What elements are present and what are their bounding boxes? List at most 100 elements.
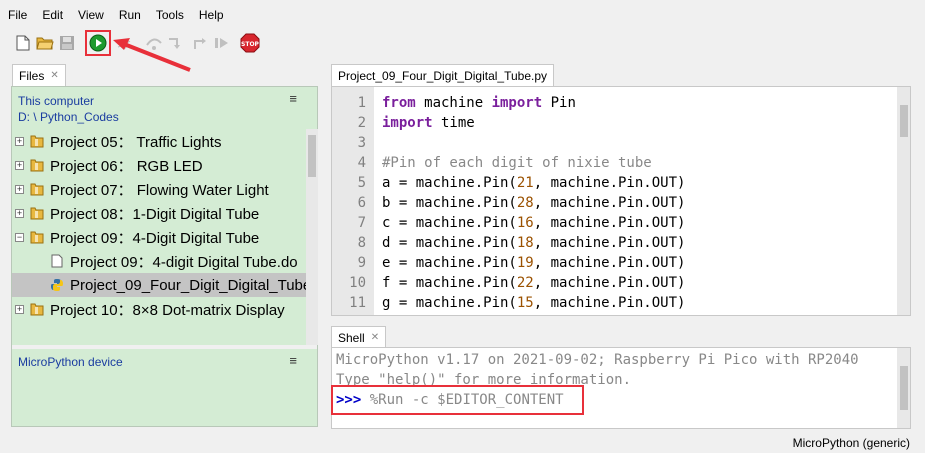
- code-token: g = machine.Pin(: [382, 295, 517, 311]
- code-line[interactable]: 10 f = machine.Pin(22, machine.Pin.OUT): [332, 273, 897, 293]
- code-line[interactable]: 5 a = machine.Pin(21, machine.Pin.OUT): [332, 173, 897, 193]
- code-line[interactable]: 6 b = machine.Pin(28, machine.Pin.OUT): [332, 193, 897, 213]
- current-path[interactable]: D: \ Python_Codes: [18, 109, 311, 125]
- files-panel: This computer D: \ Python_Codes ≡ + Proje…: [11, 86, 318, 427]
- menu-icon[interactable]: ≡: [289, 353, 297, 368]
- code-token: , machine.Pin.OUT): [533, 275, 686, 291]
- tree-scrollbar[interactable]: [306, 129, 318, 345]
- code-token: f = machine.Pin(: [382, 275, 517, 291]
- open-folder-icon[interactable]: [35, 33, 55, 53]
- menu-help[interactable]: Help: [199, 8, 224, 22]
- code-line[interactable]: 4 #Pin of each digit of nixie tube: [332, 153, 897, 173]
- code-token: machine: [415, 95, 492, 111]
- menu-run[interactable]: Run: [119, 8, 141, 22]
- stop-icon-label: STOP: [241, 41, 260, 48]
- file-tree-item[interactable]: Project_09_Four_Digit_Digital_Tube: [12, 273, 306, 297]
- tab-shell[interactable]: Shell ✕: [331, 326, 387, 348]
- code-token: import: [382, 115, 433, 131]
- file-tree-item[interactable]: Project 09：4-digit Digital Tube.do: [12, 249, 306, 273]
- code-line[interactable]: 2 import time: [332, 113, 897, 133]
- folder-icon: [30, 134, 44, 148]
- code-token: from: [382, 95, 416, 111]
- menu-view[interactable]: View: [78, 8, 104, 22]
- resume-icon[interactable]: [212, 33, 232, 53]
- code-text: e = machine.Pin(19, machine.Pin.OUT): [382, 253, 685, 273]
- file-tree-label: Project 10：8×8 Dot-matrix Display: [50, 301, 285, 319]
- document-icon: [50, 254, 64, 268]
- file-tree-item[interactable]: − Project 09：4-Digit Digital Tube: [12, 225, 306, 249]
- new-file-icon[interactable]: [13, 33, 33, 53]
- collapse-icon[interactable]: −: [15, 232, 24, 242]
- shell-scroll-thumb[interactable]: [900, 366, 908, 410]
- code-line[interactable]: 11 g = machine.Pin(15, machine.Pin.OUT): [332, 293, 897, 313]
- code-text: c = machine.Pin(16, machine.Pin.OUT): [382, 213, 685, 233]
- code-editor[interactable]: 1 from machine import Pin 2 import time 3 4 #P…: [331, 86, 911, 316]
- code-token: , machine.Pin.OUT): [533, 195, 686, 211]
- expand-icon[interactable]: +: [15, 160, 24, 170]
- line-number: 8: [357, 235, 366, 251]
- code-token: b = machine.Pin(: [382, 195, 517, 211]
- tab-files-label: Files: [19, 68, 45, 83]
- expand-icon[interactable]: +: [15, 208, 24, 218]
- folder-icon: [30, 158, 44, 172]
- code-token: import: [491, 95, 543, 111]
- code-token: e = machine.Pin(: [382, 255, 517, 271]
- code-token: , machine.Pin.OUT): [533, 235, 686, 251]
- step-into-icon[interactable]: [166, 33, 186, 53]
- expand-icon[interactable]: +: [15, 136, 24, 146]
- shell-scrollbar[interactable]: [897, 348, 910, 428]
- editor-scroll-thumb[interactable]: [900, 105, 908, 137]
- tab-files[interactable]: Files ✕: [12, 64, 66, 86]
- step-over-icon[interactable]: [144, 33, 164, 53]
- expand-icon[interactable]: +: [15, 304, 24, 314]
- code-token: , machine.Pin.OUT): [533, 175, 686, 191]
- close-icon[interactable]: ✕: [50, 70, 58, 81]
- code-token: 22: [516, 275, 534, 291]
- code-token: , machine.Pin.OUT): [533, 215, 686, 231]
- code-line[interactable]: 1 from machine import Pin: [332, 93, 897, 113]
- tab-editor[interactable]: Project_09_Four_Digit_Digital_Tube.py: [331, 64, 555, 86]
- code-token: 28: [516, 195, 534, 211]
- tab-editor-label: Project_09_Four_Digit_Digital_Tube.py: [338, 68, 548, 83]
- file-tree-item[interactable]: + Project 06： RGB LED: [12, 153, 306, 177]
- file-tree-item[interactable]: + Project 08：1-Digit Digital Tube: [12, 201, 306, 225]
- menu-edit[interactable]: Edit: [42, 8, 63, 22]
- file-tree-item[interactable]: + Project 10：8×8 Dot-matrix Display: [12, 297, 306, 321]
- editor-scrollbar[interactable]: [897, 87, 910, 315]
- code-token: , machine.Pin.OUT): [533, 255, 686, 271]
- interpreter-status[interactable]: MicroPython (generic): [793, 436, 910, 450]
- computer-section: This computer D: \ Python_Codes ≡: [12, 87, 317, 127]
- line-number: 3: [357, 135, 366, 151]
- tree-scroll-thumb[interactable]: [308, 135, 316, 177]
- line-number: 9: [357, 255, 366, 271]
- tab-shell-label: Shell: [338, 330, 365, 345]
- menu-icon[interactable]: ≡: [289, 91, 297, 107]
- folder-icon: [30, 206, 44, 220]
- code-line[interactable]: 8 d = machine.Pin(18, machine.Pin.OUT): [332, 233, 897, 253]
- close-icon[interactable]: ✕: [371, 332, 379, 343]
- toolbar: STOP: [0, 30, 925, 56]
- step-out-icon[interactable]: [190, 33, 210, 53]
- code-line[interactable]: 3: [332, 133, 897, 153]
- code-text: d = machine.Pin(18, machine.Pin.OUT): [382, 233, 685, 253]
- code-text: g = machine.Pin(15, machine.Pin.OUT): [382, 293, 685, 313]
- file-tree-label: Project 05： Traffic Lights: [50, 133, 222, 151]
- code-token: 21: [516, 175, 534, 191]
- file-tree-item[interactable]: + Project 05： Traffic Lights: [12, 129, 306, 153]
- stop-icon[interactable]: STOP: [240, 33, 260, 53]
- menu-tools[interactable]: Tools: [156, 8, 184, 22]
- folder-icon: [30, 182, 44, 196]
- shell-banner-line: MicroPython v1.17 on 2021-09-02; Raspber…: [336, 352, 859, 368]
- expand-icon[interactable]: +: [15, 184, 24, 194]
- code-line[interactable]: 7 c = machine.Pin(16, machine.Pin.OUT): [332, 213, 897, 233]
- code-line[interactable]: 9 e = machine.Pin(19, machine.Pin.OUT): [332, 253, 897, 273]
- file-tree-label: Project 07： Flowing Water Light: [50, 181, 269, 199]
- save-icon[interactable]: [57, 33, 77, 53]
- menu-file[interactable]: File: [8, 8, 27, 22]
- status-bar: MicroPython (generic): [0, 432, 925, 453]
- line-number: 10: [349, 275, 366, 291]
- file-tree-item[interactable]: + Project 07： Flowing Water Light: [12, 177, 306, 201]
- code-token: Pin: [542, 95, 576, 111]
- line-number: 4: [357, 155, 366, 171]
- debug-icon[interactable]: [114, 33, 134, 53]
